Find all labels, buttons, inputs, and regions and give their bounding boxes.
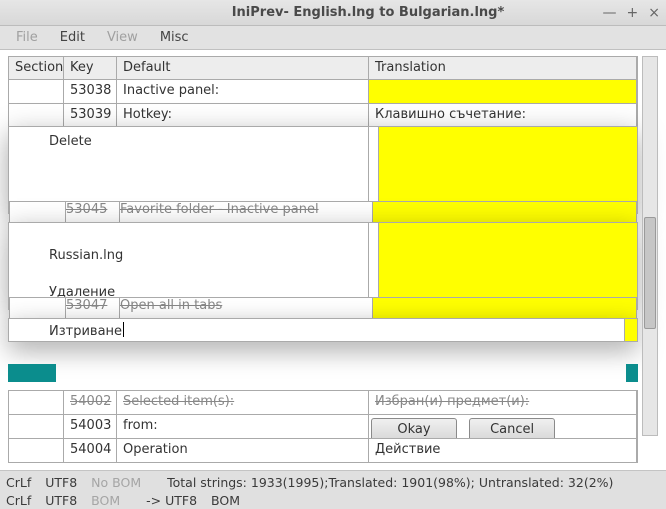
preview-overlay-1: Delete 53045 Favorite folder - Inactive … — [8, 126, 638, 214]
grid-header: Section Key Default Translation — [9, 57, 637, 80]
cell-section — [9, 80, 64, 103]
overlay2-line1: Russian.lng — [49, 248, 123, 263]
minimize-button[interactable]: — — [603, 6, 617, 20]
status-summary: Total strings: 1933(1995);Translated: 19… — [167, 475, 613, 490]
table-row[interactable]: 53038 Inactive panel: — [9, 80, 637, 104]
close-button[interactable]: × — [648, 6, 660, 20]
overlay1-strip-key: 53045 — [66, 202, 120, 222]
col-key[interactable]: Key — [64, 57, 117, 79]
scrollbar-thumb[interactable] — [644, 217, 656, 329]
menubar: File Edit View Misc — [0, 26, 666, 50]
status2-enc: UTF8 — [45, 493, 77, 508]
menu-view[interactable]: View — [97, 28, 148, 47]
cell-key: 53039 — [64, 104, 117, 127]
status2-bom2: BOM — [211, 493, 240, 508]
okay-button[interactable]: Okay — [371, 418, 457, 438]
col-section[interactable]: Section — [9, 57, 64, 79]
translation-grid: Section Key Default Translation 53038 In… — [8, 56, 638, 129]
table-row[interactable]: 54004 Operation Действие — [9, 439, 637, 462]
cancel-button[interactable]: Cancel — [469, 418, 555, 438]
cell-default: Inactive panel: — [117, 80, 369, 103]
cell-default: Hotkey: — [117, 104, 369, 127]
status2-eol: CrLf — [6, 493, 31, 508]
preview-overlay-2: Russian.lng Удаление 53047 Open all in t… — [8, 222, 638, 310]
cell-translation — [369, 80, 637, 103]
content-area: Section Key Default Translation 53038 In… — [0, 50, 666, 470]
overlay2-strip-key: 53047 — [66, 298, 120, 318]
menu-edit[interactable]: Edit — [50, 28, 95, 47]
window-buttons: — + × — [590, 6, 660, 20]
edit-value: Изтриване — [49, 324, 124, 339]
vertical-scrollbar[interactable] — [642, 56, 658, 436]
selection-marker-left — [8, 364, 56, 382]
status-enc: UTF8 — [45, 475, 77, 490]
col-translation[interactable]: Translation — [369, 57, 637, 79]
status-eol: CrLf — [6, 475, 31, 490]
cell-key: 53038 — [64, 80, 117, 103]
col-default[interactable]: Default — [117, 57, 369, 79]
grid-lower: 54002 Selected item(s): Избран(и) предме… — [8, 390, 638, 463]
status-bom: No BOM — [91, 475, 141, 490]
maximize-button[interactable]: + — [627, 6, 639, 20]
status2-bom: BOM — [91, 493, 120, 508]
window-titlebar: IniPrev- English.lng to Bulgarian.lng* —… — [0, 0, 666, 26]
selection-marker-right — [626, 364, 638, 382]
menu-misc[interactable]: Misc — [150, 28, 199, 47]
translation-edit-input[interactable]: Изтриване — [8, 318, 638, 342]
table-row[interactable]: 54003 from: Okay Cancel — [9, 415, 637, 439]
cell-translation: Клавишно съчетание: — [369, 104, 637, 127]
status-bar: CrLf UTF8 No BOM Total strings: 1933(199… — [0, 470, 666, 508]
cell-section — [9, 104, 64, 127]
table-row[interactable]: 54002 Selected item(s): Избран(и) предме… — [9, 391, 637, 415]
status2-arrow: -> UTF8 — [146, 493, 197, 508]
window-title: IniPrev- English.lng to Bulgarian.lng* — [146, 5, 590, 20]
overlay1-strip-default: Favorite folder - Inactive panel — [120, 202, 373, 222]
overlay2-strip-default: Open all in tabs — [120, 298, 373, 318]
menu-file[interactable]: File — [6, 28, 48, 47]
table-row[interactable]: 53039 Hotkey: Клавишно съчетание: — [9, 104, 637, 128]
